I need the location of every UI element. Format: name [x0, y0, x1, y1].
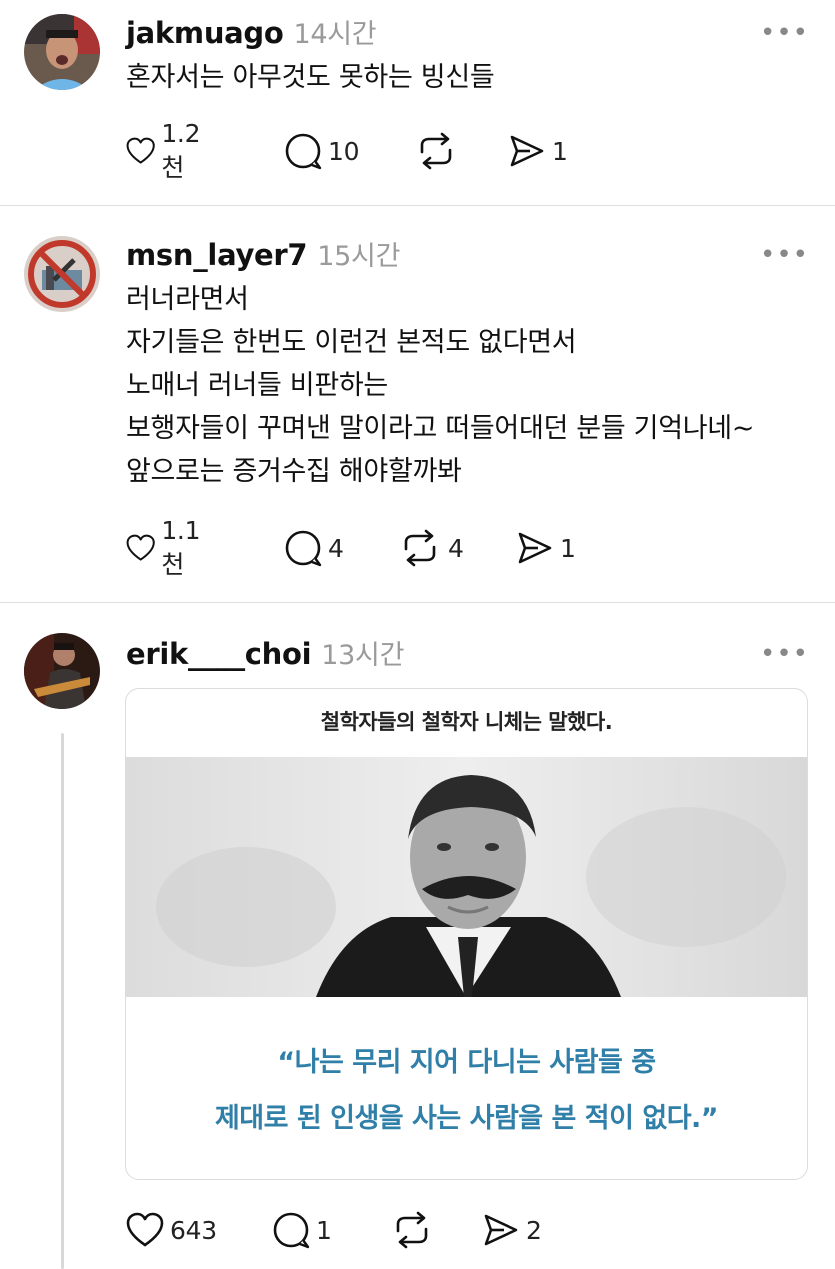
avatar[interactable] — [24, 14, 100, 90]
like-count: 643 — [170, 1215, 217, 1245]
quote-line: 제대로 된 인생을 사는 사람을 본 적이 없다.” — [214, 1103, 719, 1134]
share-icon — [518, 532, 552, 564]
more-icon[interactable]: ••• — [760, 641, 809, 667]
share-button[interactable]: 1 — [508, 131, 568, 171]
quote-line: “나는 무리 지어 다니는 사람들 중 — [277, 1047, 656, 1078]
username[interactable]: erik____choi 13시간 — [126, 633, 404, 672]
share-icon — [484, 1214, 518, 1246]
repost-count: 4 — [448, 533, 464, 563]
reply-button[interactable]: 4 — [284, 528, 344, 568]
more-icon[interactable]: ••• — [760, 242, 809, 268]
like-button[interactable]: 1.1천 — [126, 516, 209, 579]
post-line: 보행자들이 꾸며낸 말이라고 떠들어대던 분들 기억나네~ — [126, 413, 755, 444]
repost-icon — [396, 1211, 428, 1249]
username[interactable]: jakmuago 14시간 — [126, 12, 377, 51]
repost-icon — [404, 529, 436, 567]
repost-icon — [420, 132, 452, 170]
reply-button[interactable]: 1 — [272, 1210, 332, 1250]
post-line: 앞으로는 증거수집 해야할까봐 — [126, 456, 462, 487]
timestamp: 14시간 — [293, 19, 377, 50]
username-text[interactable]: msn_layer7 — [126, 238, 308, 272]
share-button[interactable]: 1 — [516, 528, 576, 568]
more-icon[interactable]: ••• — [760, 20, 809, 46]
reply-count: 1 — [316, 1215, 332, 1245]
share-count: 1 — [552, 136, 568, 166]
reply-count: 10 — [328, 136, 360, 166]
reply-icon — [285, 530, 322, 567]
reply-icon — [273, 1212, 310, 1249]
post-line: 자기들은 한번도 이런건 본적도 없다면서 — [126, 327, 577, 358]
heart-icon — [126, 1212, 164, 1247]
username[interactable]: msn_layer7 15시간 — [126, 234, 400, 273]
share-button[interactable]: 2 — [482, 1210, 542, 1250]
heart-icon — [126, 534, 155, 561]
avatar[interactable] — [24, 236, 100, 312]
like-button[interactable]: 1.2천 — [126, 119, 209, 182]
like-count: 1.1천 — [161, 515, 201, 579]
reply-count: 4 — [328, 533, 344, 563]
post-line: 러너라면서 — [126, 284, 249, 315]
share-count: 1 — [560, 533, 576, 563]
thread-line — [61, 733, 64, 1269]
post-text: 혼자서는 아무것도 못하는 빙신들 — [126, 58, 495, 97]
reply-icon — [285, 133, 322, 170]
share-count: 2 — [526, 1215, 542, 1245]
post-msn-layer7: msn_layer7 15시간 ••• 러너라면서 자기들은 한번도 이런건 본적… — [0, 206, 835, 602]
like-button[interactable]: 643 — [126, 1210, 217, 1250]
like-count: 1.2천 — [161, 118, 201, 182]
repost-button[interactable] — [414, 131, 464, 171]
post-jakmuago: jakmuago 14시간 ••• 혼자서는 아무것도 못하는 빙신들 1.2천 … — [0, 0, 835, 205]
timestamp: 15시간 — [317, 241, 401, 272]
share-icon — [510, 135, 544, 167]
username-text[interactable]: erik____choi — [126, 637, 312, 671]
portrait-image — [126, 757, 807, 997]
avatar[interactable] — [24, 633, 100, 709]
username-text[interactable]: jakmuago — [126, 16, 284, 50]
post-line: 노매너 러너들 비판하는 — [126, 370, 388, 401]
image-card[interactable]: 철학자들의 철학자 니체는 말했다. “나는 무리 지어 다니는 사람들 중 제… — [125, 688, 808, 1180]
timestamp: 13시간 — [321, 640, 405, 671]
heart-icon — [126, 137, 155, 164]
card-title: 철학자들의 철학자 니체는 말했다. — [320, 710, 613, 734]
post-text: 러너라면서 자기들은 한번도 이런건 본적도 없다면서 노매너 러너들 비판하는… — [126, 278, 754, 493]
repost-button[interactable] — [390, 1210, 440, 1250]
reply-button[interactable]: 10 — [284, 131, 360, 171]
post-line: 혼자서는 아무것도 못하는 빙신들 — [126, 62, 495, 93]
repost-button[interactable]: 4 — [398, 528, 464, 568]
